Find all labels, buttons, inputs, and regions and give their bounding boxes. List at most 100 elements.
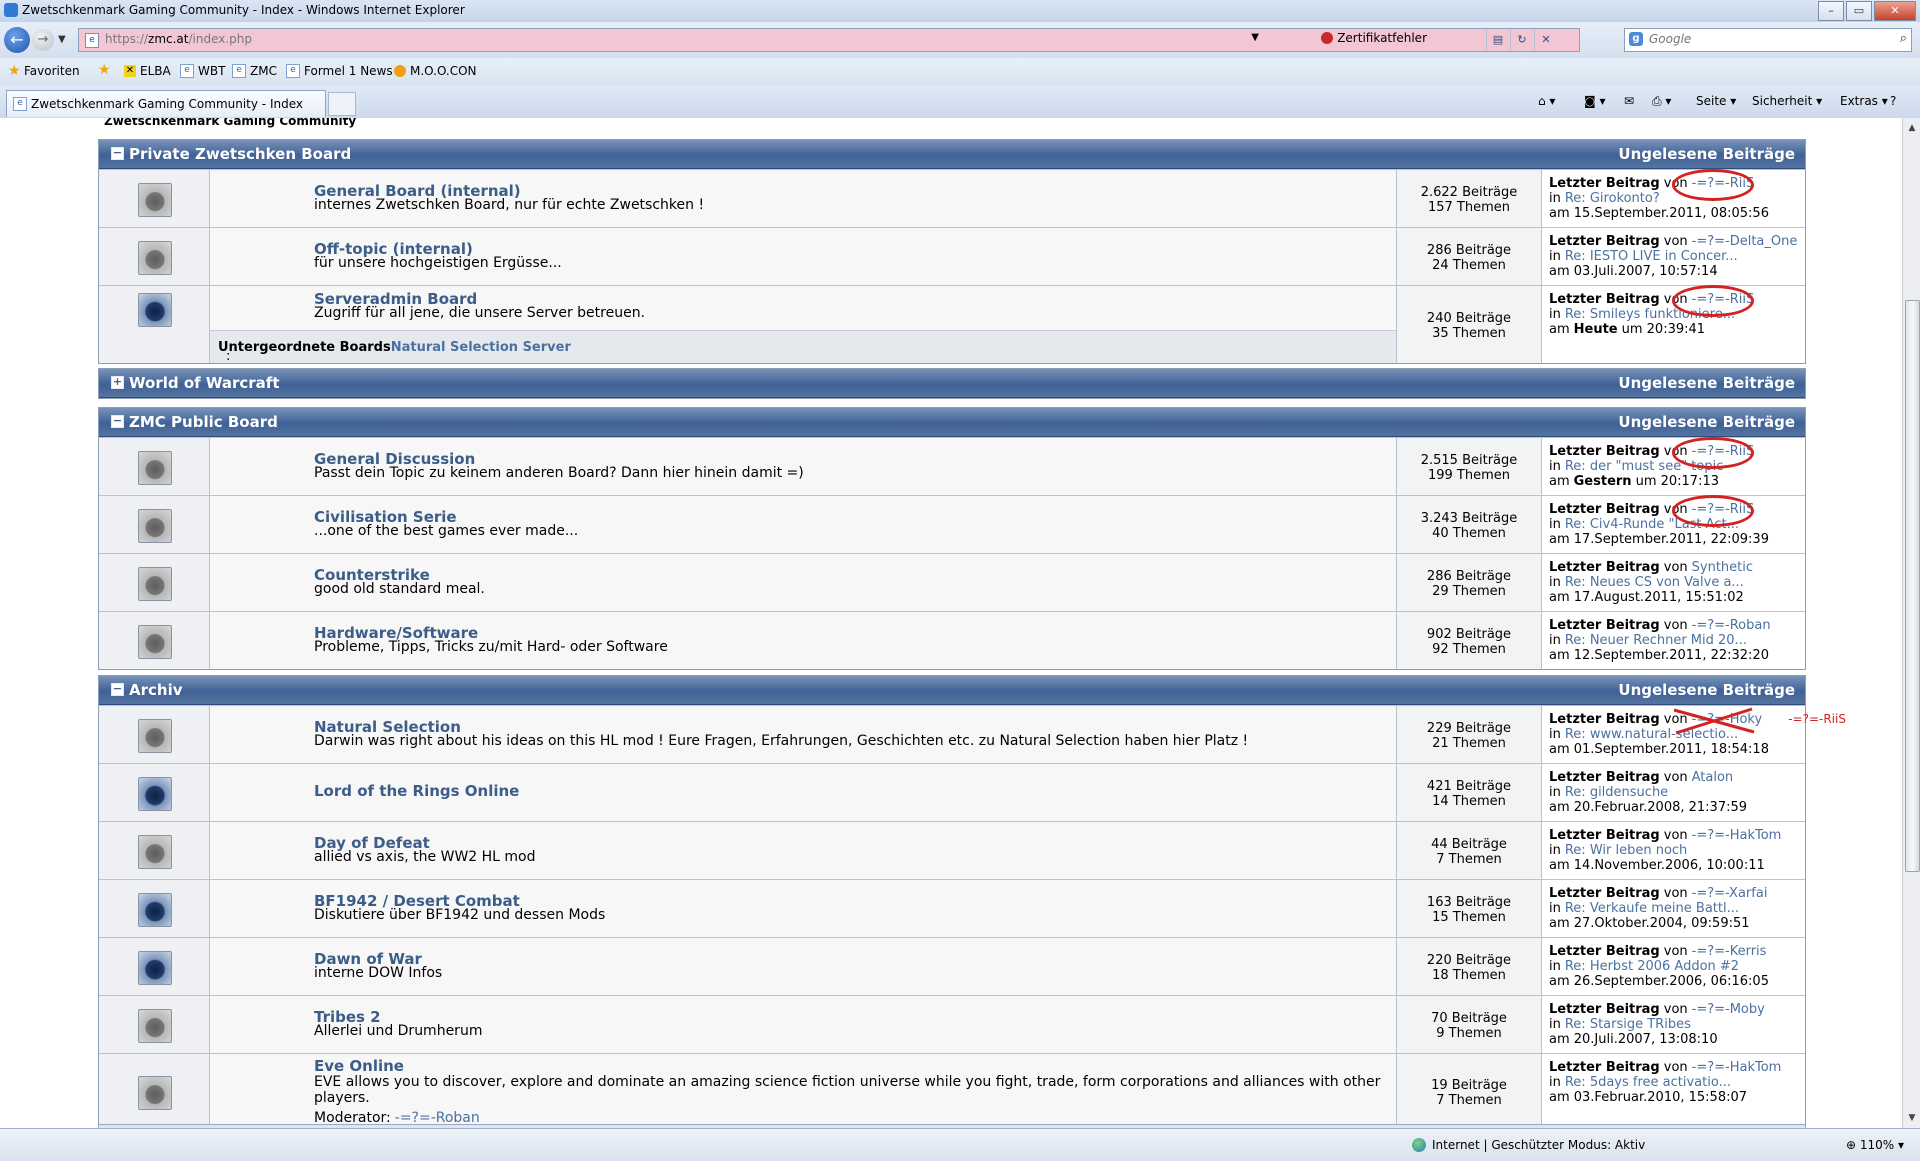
status-bar: Internet | Geschützter Modus: Aktiv ⊕ 11… (0, 1128, 1920, 1161)
last-post-topic[interactable]: Re: Wir leben noch (1565, 843, 1687, 858)
unread-posts-link[interactable]: Ungelesene Beiträge (1618, 413, 1795, 431)
last-post-topic[interactable]: Re: Verkaufe meine Battl... (1565, 901, 1739, 916)
home-icon[interactable]: ⌂ ▾ (1538, 94, 1555, 108)
unread-posts-link[interactable]: Ungelesene Beiträge (1618, 374, 1795, 392)
in-label: in (1549, 959, 1561, 974)
last-post-topic[interactable]: Re: IESTO LIVE in Concer... (1565, 249, 1738, 264)
minimize-button[interactable]: – (1818, 1, 1844, 21)
sub-board-link[interactable]: Natural Selection Server (391, 340, 571, 355)
extras-menu[interactable]: Extras ▾ (1840, 94, 1888, 108)
new-tab-button[interactable] (328, 92, 356, 116)
search-icon[interactable]: ⌕ (1900, 31, 1907, 46)
category-name[interactable]: ZMC Public Board (129, 413, 278, 431)
board-no-new-posts-icon (138, 1076, 172, 1110)
scrollbar-thumb[interactable] (1905, 300, 1920, 872)
vertical-scrollbar[interactable]: ▲ ▼ (1902, 118, 1920, 1128)
last-post-topic[interactable]: Re: Neuer Rechner Mid 20... (1565, 633, 1747, 648)
last-post-topic[interactable]: Re: gildensuche (1565, 785, 1668, 800)
collapse-toggle-icon[interactable]: + (111, 376, 124, 389)
board-row: General Board (internal) internes Zwetsch… (99, 169, 1805, 227)
board-stats: 19 Beiträge 7 Themen (1397, 1054, 1542, 1128)
scroll-down-icon[interactable]: ▼ (1905, 1110, 1919, 1126)
fav-link-formel1[interactable]: e Formel 1 News (286, 64, 393, 78)
last-post-topic[interactable]: Re: Starsige TRibes (1565, 1017, 1691, 1032)
security-menu[interactable]: Sicherheit ▾ (1752, 94, 1822, 108)
page-menu[interactable]: Seite ▾ (1696, 94, 1736, 108)
search-box[interactable]: g ⌕ (1624, 28, 1912, 52)
last-post-label: Letzter Beitrag (1549, 770, 1660, 785)
in-label: in (1549, 517, 1561, 532)
last-post-topic-line: in Re: Girokonto? (1549, 191, 1660, 206)
favorites-button[interactable]: ★ Favoriten (8, 64, 80, 78)
last-post-user[interactable]: -=?=-Xarfai (1692, 886, 1768, 901)
board-title[interactable]: Lord of the Rings Online (314, 782, 519, 800)
close-button[interactable]: ✕ (1874, 1, 1916, 21)
board-title[interactable]: Eve Online (314, 1057, 404, 1075)
collapse-toggle-icon[interactable]: − (111, 683, 124, 696)
refresh-icon[interactable]: ↻ (1510, 30, 1533, 50)
sub-boards-line: Untergeordnete Boards: Natural Selection… (218, 340, 571, 364)
collapse-toggle-icon[interactable]: − (111, 147, 124, 160)
scroll-up-icon[interactable]: ▲ (1905, 120, 1919, 136)
back-arrow-icon[interactable]: ← (4, 27, 30, 53)
last-post-cell: Letzter Beitrag von Synthetic in Re: Neues C… (1542, 554, 1805, 611)
date-relative: Gestern (1573, 474, 1632, 489)
board-info: Tribes 2 Allerlei und Drumherum (210, 996, 1397, 1053)
last-post-user[interactable]: -=?=-HakTom (1692, 828, 1782, 843)
unread-posts-link[interactable]: Ungelesene Beiträge (1618, 681, 1795, 699)
last-post-topic[interactable]: Re: Herbst 2006 Addon #2 (1565, 959, 1739, 974)
add-favorite-icon[interactable]: ★ (98, 63, 111, 77)
ie-page-icon: e (232, 64, 246, 78)
last-post-user[interactable]: Atalon (1692, 770, 1734, 785)
fav-link-wbt[interactable]: e WBT (180, 64, 225, 78)
address-dropdown-icon[interactable]: ▼ (1251, 32, 1259, 43)
last-post-user[interactable]: -=?=-Kerris (1692, 944, 1767, 959)
address-bar[interactable]: e https://zmc.at/index.php ▼ Zertifikatf… (78, 28, 1580, 52)
red-cross-annotation (1672, 706, 1758, 736)
rss-feed-icon[interactable]: ◙ ▾ (1584, 94, 1605, 108)
category-name[interactable]: Private Zwetschken Board (129, 145, 351, 163)
unread-posts-link[interactable]: Ungelesene Beiträge (1618, 145, 1795, 163)
stop-icon[interactable]: ✕ (1534, 30, 1557, 50)
red-circle-annotation (1672, 437, 1754, 469)
last-post-user[interactable]: -=?=-Delta_One (1692, 234, 1798, 249)
last-post-cell: Letzter Beitrag von -=?=-HakTom in Re: 5days… (1542, 1054, 1805, 1128)
last-post-topic[interactable]: Re: 5days free activatio... (1565, 1075, 1731, 1090)
address-url[interactable]: https://zmc.at/index.php (105, 32, 252, 46)
sub-boards-bar: Untergeordnete Boards: Natural Selection… (210, 330, 1396, 364)
mail-icon[interactable]: ✉ (1624, 94, 1634, 108)
compatibility-view-icon[interactable]: ▤ (1486, 30, 1509, 50)
last-post-user[interactable]: Synthetic (1692, 560, 1753, 575)
last-post-label: Letzter Beitrag (1549, 1060, 1660, 1075)
last-post-user[interactable]: -=?=-Moby (1692, 1002, 1765, 1017)
last-post-user[interactable]: -=?=-HakTom (1692, 1060, 1782, 1075)
navigation-bar: ← → ▼ e https://zmc.at/index.php ▼ Zerti… (0, 22, 1920, 58)
certificate-error-button[interactable]: Zertifikatfehler (1321, 31, 1427, 45)
last-post-user[interactable]: -=?=-Roban (1692, 618, 1771, 633)
last-post-label: Letzter Beitrag (1549, 886, 1660, 901)
zoom-level[interactable]: ⊕ 110% ▾ (1846, 1138, 1904, 1152)
print-icon[interactable]: ⎙ ▾ (1652, 94, 1671, 109)
forward-arrow-icon[interactable]: → (32, 29, 54, 51)
search-input[interactable] (1647, 31, 1881, 47)
last-post-topic[interactable]: Re: Neues CS von Valve a... (1565, 575, 1744, 590)
fav-link-elba[interactable]: ✕ ELBA (124, 64, 171, 78)
category-name[interactable]: World of Warcraft (129, 374, 280, 392)
help-icon[interactable]: ? (1890, 94, 1896, 108)
history-dropdown-icon[interactable]: ▼ (58, 34, 66, 45)
last-post-topic[interactable]: Re: Girokonto? (1565, 191, 1660, 206)
tab-active[interactable]: e Zwetschkenmark Gaming Community - Inde… (6, 90, 326, 117)
maximize-button[interactable]: ▭ (1846, 1, 1872, 21)
category-3: − Archiv Ungelesene Beiträge Natural Select… (98, 675, 1846, 1128)
fav-link-moocon[interactable]: M.O.O.CON (394, 64, 477, 78)
category-name[interactable]: Archiv (129, 681, 183, 699)
ie-page-icon: e (13, 97, 27, 111)
collapse-toggle-icon[interactable]: − (111, 415, 124, 428)
board-stats: 421 Beiträge 14 Themen (1397, 764, 1542, 821)
fav-link-zmc[interactable]: e ZMC (232, 64, 277, 78)
board-description: Diskutiere über BF1942 und dessen Mods (314, 907, 606, 923)
board-stats: 2.622 Beiträge 157 Themen (1397, 170, 1542, 227)
separator: : (226, 349, 231, 364)
elba-icon: ✕ (124, 65, 136, 77)
category-header: − Archiv Ungelesene Beiträge (99, 676, 1805, 705)
